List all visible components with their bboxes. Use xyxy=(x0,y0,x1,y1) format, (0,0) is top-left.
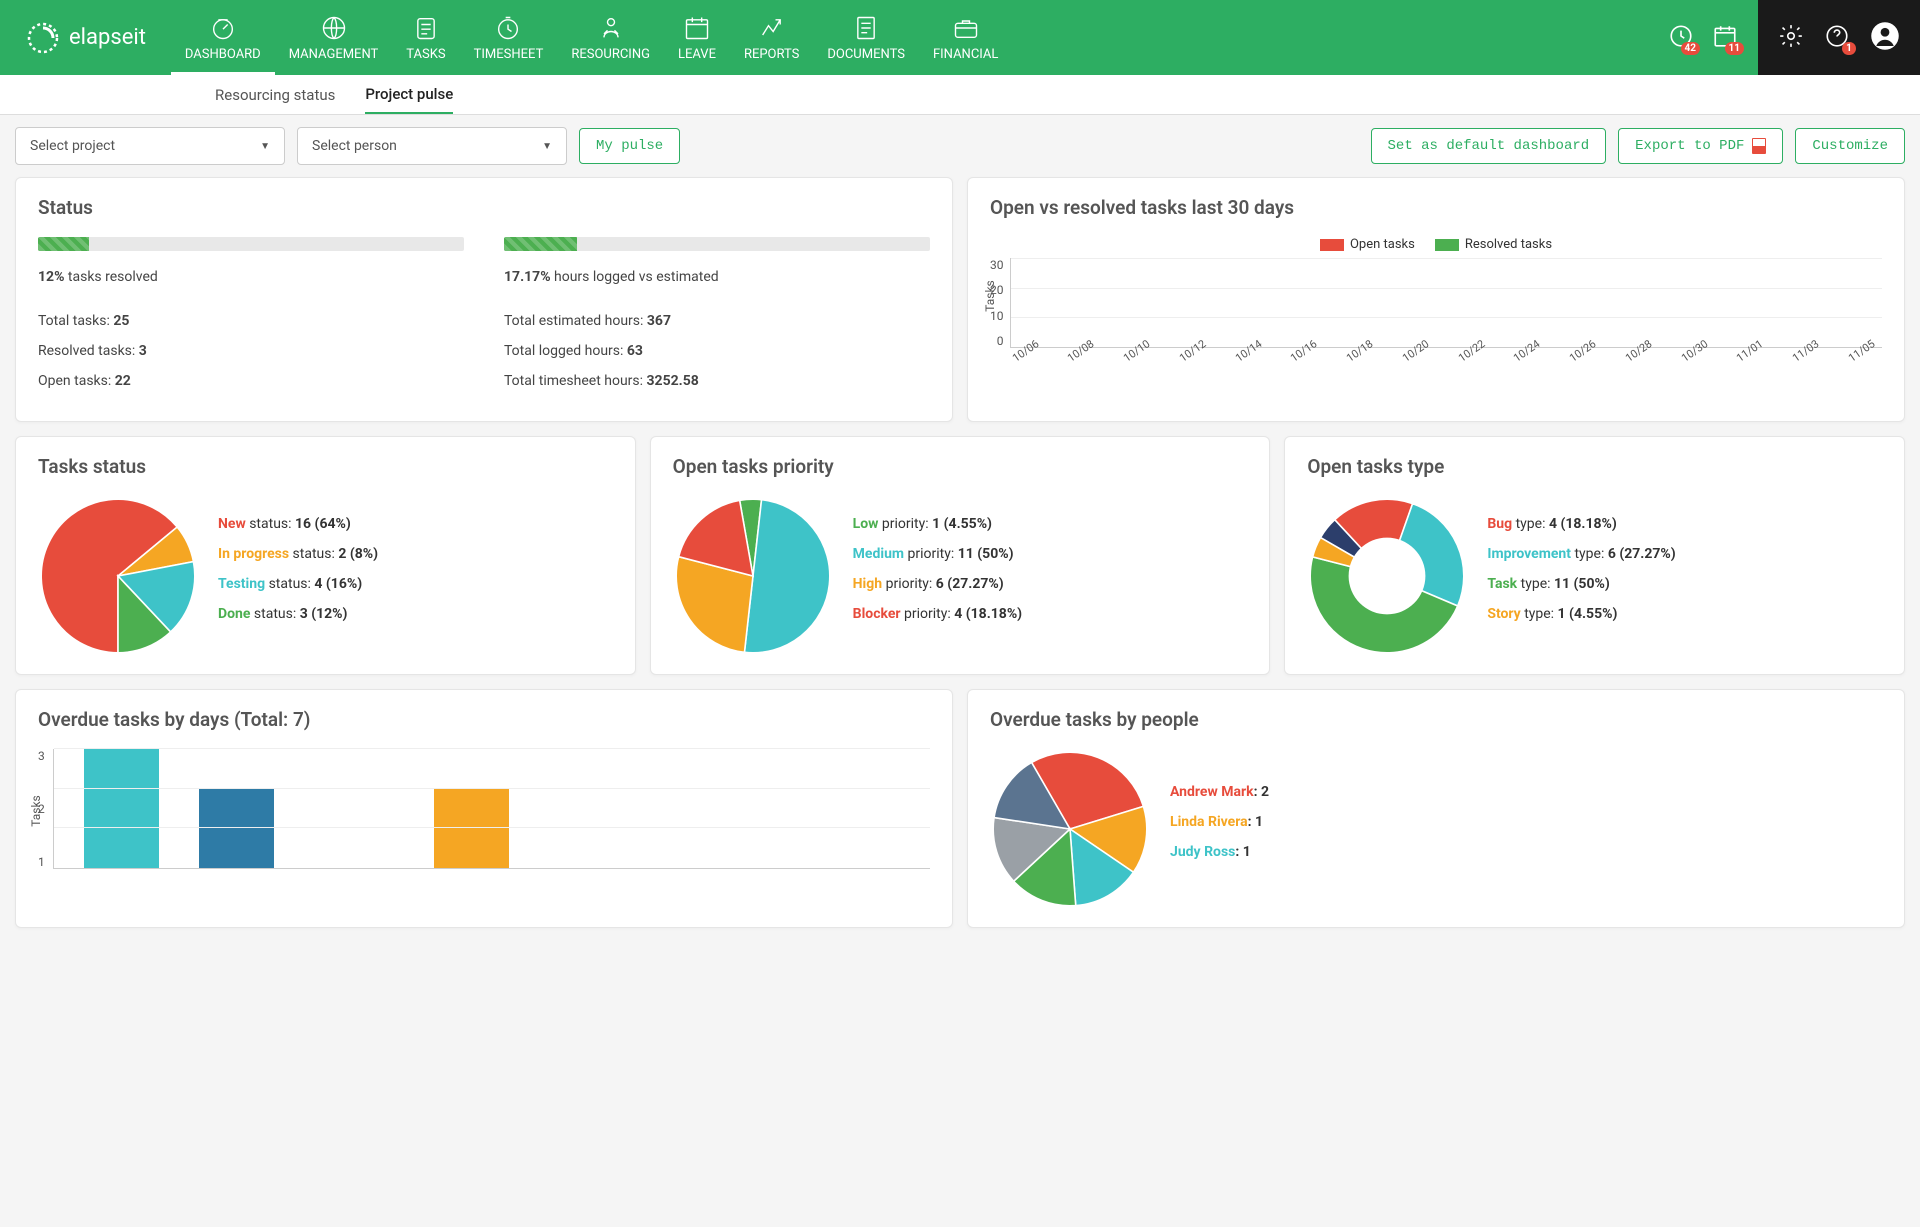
sub-nav: Resourcing status Project pulse xyxy=(0,75,1920,115)
calendar-badge: 11 xyxy=(1725,42,1744,55)
overdue-people-legend: Andrew Mark: 2 Linda Rivera: 1 Judy Ross: … xyxy=(1170,784,1882,874)
status-title: Status xyxy=(38,196,930,219)
header-notifications: 42 11 xyxy=(1648,23,1758,53)
open-vs-resolved-title: Open vs resolved tasks last 30 days xyxy=(990,196,1882,219)
tasks-status-card: Tasks status New status: 16 (64%)In prog… xyxy=(15,436,636,675)
settings-button[interactable] xyxy=(1778,23,1804,53)
nav-tasks[interactable]: TASKS xyxy=(392,0,459,75)
legend-item: Task type: 11 (50%) xyxy=(1487,576,1882,592)
brand-name: elapseit xyxy=(69,25,146,50)
help-button[interactable]: 1 xyxy=(1824,23,1850,53)
set-default-dashboard-button[interactable]: Set as default dashboard xyxy=(1371,128,1607,164)
overdue-by-days-card: Overdue tasks by days (Total: 7) Tasks 3… xyxy=(15,689,953,928)
nav-dashboard[interactable]: DASHBOARD xyxy=(171,0,275,75)
open-type-legend: Bug type: 4 (18.18%) Improvement type: 6 … xyxy=(1487,516,1882,636)
my-pulse-button[interactable]: My pulse xyxy=(579,128,680,164)
nav-icon xyxy=(757,13,787,43)
open-tasks-type-card: Open tasks type Bug type: 4 (18.18%)Impr… xyxy=(1284,436,1905,675)
legend-item: In progress status: 2 (8%) xyxy=(218,546,613,562)
y-axis-label: Tasks xyxy=(983,280,997,312)
legend-item: High priority: 6 (27.27%) xyxy=(853,576,1248,592)
clock-notification-button[interactable]: 42 xyxy=(1668,23,1694,53)
tasks-status-legend: New status: 16 (64%) In progress status: … xyxy=(218,516,613,636)
main-header: elapseit DASHBOARDMANAGEMENTTASKSTIMESHE… xyxy=(0,0,1920,75)
header-dark-section: 1 xyxy=(1758,0,1920,75)
legend-item: Blocker priority: 4 (18.18%) xyxy=(853,606,1248,622)
nav-timesheet[interactable]: TIMESHEET xyxy=(460,0,558,75)
progress-bar xyxy=(38,237,464,251)
open-vs-resolved-chart xyxy=(1010,258,1883,348)
progress-bar xyxy=(504,237,930,251)
legend-item: New status: 16 (64%) xyxy=(218,516,613,532)
legend-item: Linda Rivera: 1 xyxy=(1170,814,1882,830)
nav-leave[interactable]: LEAVE xyxy=(664,0,730,75)
x-axis-labels: 10/0610/0810/1010/1210/1410/1610/1810/20… xyxy=(1010,354,1883,384)
nav-icon xyxy=(682,13,712,43)
nav-documents[interactable]: DOCUMENTS xyxy=(813,0,919,75)
brand-logo[interactable]: elapseit xyxy=(0,20,171,56)
filter-toolbar: Select project Select person My pulse Se… xyxy=(0,115,1920,177)
chart-legend: Open tasks Resolved tasks xyxy=(990,237,1882,252)
nav-management[interactable]: MANAGEMENT xyxy=(275,0,393,75)
open-vs-resolved-card: Open vs resolved tasks last 30 days Open… xyxy=(967,177,1905,422)
legend-item: Medium priority: 11 (50%) xyxy=(853,546,1248,562)
open-type-donut-chart xyxy=(1307,496,1467,656)
open-priority-pie-chart xyxy=(673,496,833,656)
overdue-days-chart xyxy=(53,749,930,869)
dashboard-content: Status 12% tasks resolvedTotal tasks: 25… xyxy=(0,177,1920,962)
main-nav: DASHBOARDMANAGEMENTTASKSTIMESHEETRESOURC… xyxy=(171,0,1648,75)
open-priority-legend: Low priority: 1 (4.55%) Medium priority: … xyxy=(853,516,1248,636)
legend-item: Bug type: 4 (18.18%) xyxy=(1487,516,1882,532)
nav-icon xyxy=(411,13,441,43)
open-tasks-priority-card: Open tasks priority Low priority: 1 (4.5… xyxy=(650,436,1271,675)
user-avatar-button[interactable] xyxy=(1870,21,1900,55)
nav-icon xyxy=(596,13,626,43)
nav-resourcing[interactable]: RESOURCING xyxy=(557,0,664,75)
nav-icon xyxy=(208,13,238,43)
nav-icon xyxy=(319,13,349,43)
select-person-dropdown[interactable]: Select person xyxy=(297,127,567,165)
clock-badge: 42 xyxy=(1681,42,1700,55)
y-axis-label: Tasks xyxy=(29,795,43,827)
legend-item: Judy Ross: 1 xyxy=(1170,844,1882,860)
status-card: Status 12% tasks resolvedTotal tasks: 25… xyxy=(15,177,953,422)
overdue-people-pie-chart xyxy=(990,749,1150,909)
legend-item: Andrew Mark: 2 xyxy=(1170,784,1882,800)
tasks-status-pie-chart xyxy=(38,496,198,656)
overdue-bar xyxy=(84,749,159,868)
legend-item: Low priority: 1 (4.55%) xyxy=(853,516,1248,532)
subnav-resourcing-status[interactable]: Resourcing status xyxy=(215,75,335,114)
select-project-dropdown[interactable]: Select project xyxy=(15,127,285,165)
legend-item: Story type: 1 (4.55%) xyxy=(1487,606,1882,622)
nav-reports[interactable]: REPORTS xyxy=(730,0,813,75)
nav-icon xyxy=(851,13,881,43)
calendar-notification-button[interactable]: 11 xyxy=(1712,23,1738,53)
nav-icon xyxy=(951,13,981,43)
subnav-project-pulse[interactable]: Project pulse xyxy=(365,75,453,114)
customize-button[interactable]: Customize xyxy=(1795,128,1905,164)
overdue-by-people-card: Overdue tasks by people Andrew Mark: 2Li… xyxy=(967,689,1905,928)
pdf-icon xyxy=(1752,138,1766,154)
nav-icon xyxy=(493,13,523,43)
help-badge: 1 xyxy=(1842,42,1856,55)
legend-item: Improvement type: 6 (27.27%) xyxy=(1487,546,1882,562)
legend-item: Done status: 3 (12%) xyxy=(218,606,613,622)
nav-financial[interactable]: FINANCIAL xyxy=(919,0,1012,75)
logo-icon xyxy=(25,20,61,56)
legend-item: Testing status: 4 (16%) xyxy=(218,576,613,592)
export-pdf-button[interactable]: Export to PDF xyxy=(1618,128,1783,164)
